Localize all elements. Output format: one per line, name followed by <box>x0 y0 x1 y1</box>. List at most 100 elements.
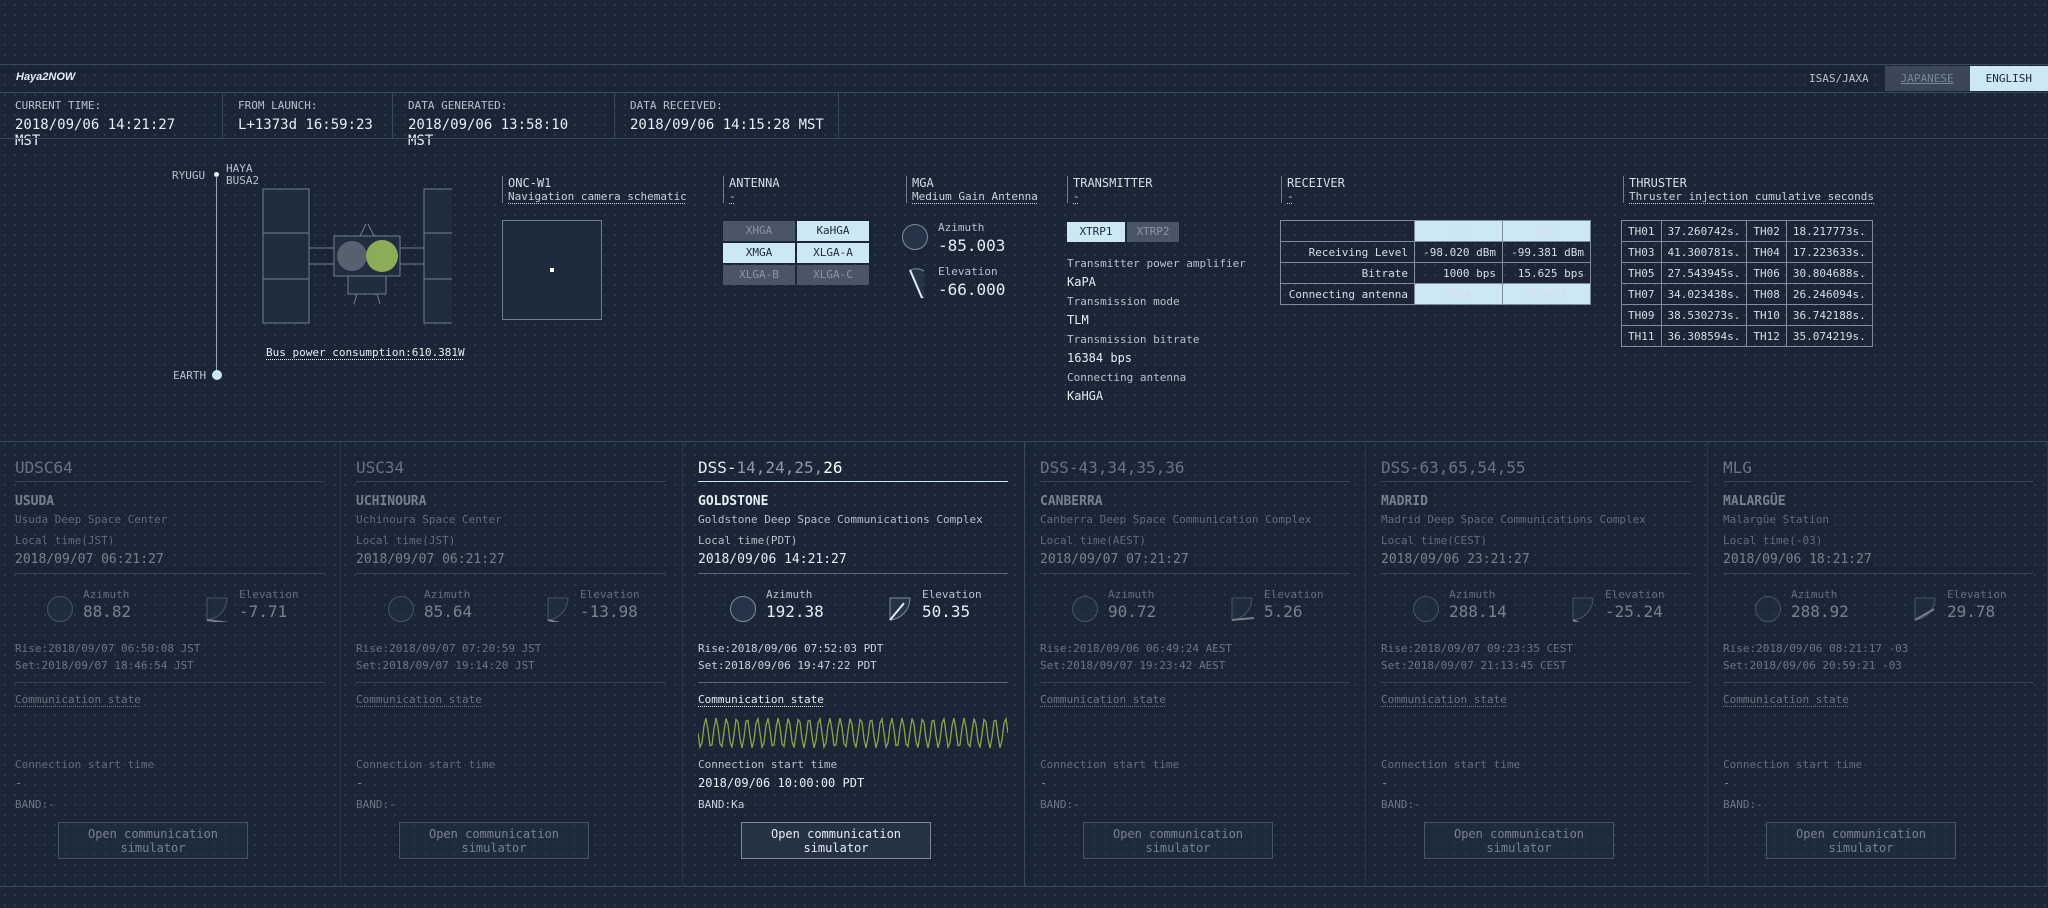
station-short-name: MALARGÜE <box>1723 494 1786 509</box>
thruster-subtitle[interactable]: Thruster injection cumulative seconds <box>1629 190 1874 203</box>
communication-state-label[interactable]: Communication state <box>1040 693 1350 706</box>
elevation-icon <box>889 597 911 621</box>
receiving-level-label: Receiving Level <box>1280 241 1415 263</box>
band-value: BAND:- <box>1040 798 1080 811</box>
connection-start-value: - <box>1381 776 1389 790</box>
antenna-tag-xlga-c: XLGA-C <box>797 265 869 285</box>
elevation-icon <box>1914 597 1936 621</box>
communication-state-label[interactable]: Communication state <box>15 693 325 706</box>
station-antenna-title: DSS-14,24,25,26 <box>698 458 1008 482</box>
mga-subtitle[interactable]: Medium Gain Antenna <box>912 190 1038 203</box>
thruster-id: TH12 <box>1746 325 1787 347</box>
rx2-bitrate: 15.625 bps <box>1502 262 1591 284</box>
onc-panel-title: ONC-W1 Navigation camera schematic <box>502 176 687 203</box>
thruster-id: TH11 <box>1621 325 1662 347</box>
rx1-bitrate: 1000 bps <box>1414 262 1503 284</box>
communication-wave <box>697 716 1009 750</box>
station-gauges: Azimuth 85.64 Elevation -13.98 <box>356 588 666 636</box>
thruster-seconds: 17.223633s. <box>1785 241 1873 263</box>
distance-line <box>216 176 217 374</box>
open-simulator-button[interactable]: Open communication simulator <box>741 822 931 859</box>
station-gauges: Azimuth 90.72 Elevation 5.26 <box>1040 588 1350 636</box>
azimuth-icon <box>1413 596 1439 622</box>
mga-title: MGA <box>912 176 934 190</box>
communication-state-label[interactable]: Communication state <box>1381 693 1691 706</box>
open-simulator-button[interactable]: Open communication simulator <box>1424 822 1614 859</box>
earth-marker <box>212 370 222 380</box>
table-row: Receiving Level -98.020 dBm -99.381 dBm <box>1280 241 1591 263</box>
language-english-button[interactable]: ENGLISH <box>1969 66 2048 91</box>
antenna-tag-xhga: XHGA <box>723 221 795 241</box>
communication-state-label[interactable]: Communication state <box>356 693 666 706</box>
station-gauges: Azimuth 88.82 Elevation -7.71 <box>15 588 325 636</box>
local-time-value: 2018/09/07 06:21:27 <box>356 552 666 574</box>
antenna-value: - <box>729 190 736 203</box>
station-antenna-title: UDSC64 <box>15 458 325 482</box>
transmitter-details: Transmitter power amplifier KaPA Transmi… <box>1067 254 1246 406</box>
elevation-label: Elevation <box>1605 588 1665 601</box>
azimuth-label: Azimuth <box>424 588 471 601</box>
station-full-name: Malargüe Station <box>1723 513 1829 526</box>
local-time-label: Local time(CEST) <box>1381 534 1487 547</box>
transmitter-value: - <box>1073 190 1080 203</box>
open-simulator-button[interactable]: Open communication simulator <box>1083 822 1273 859</box>
open-simulator-button[interactable]: Open communication simulator <box>399 822 589 859</box>
current-time: CURRENT TIME: 2018/09/06 14:21:27 MST <box>0 93 223 149</box>
open-simulator-button[interactable]: Open communication simulator <box>58 822 248 859</box>
elevation-value: 5.26 <box>1264 602 1303 621</box>
ryugu-label: RYUGU <box>172 169 206 182</box>
rise-time: Rise:2018/09/06 08:21:17 -03 <box>1723 642 1909 655</box>
table-row: TH01 37.260742s. TH02 18.217773s. <box>1621 220 1873 242</box>
local-time-label: Local time(PDT) <box>698 534 798 547</box>
app-logo[interactable]: Haya2NOW <box>16 71 75 83</box>
antenna-title: ANTENNA <box>729 176 780 190</box>
elevation-value: 50.35 <box>922 602 971 621</box>
elevation-value: -13.98 <box>580 602 638 621</box>
rx2-header: RX2 <box>1502 220 1591 242</box>
onc-title: ONC-W1 <box>508 176 552 190</box>
header-links: ISAS/JAXA JAPANESE ENGLISH <box>1793 66 2048 91</box>
azimuth-icon <box>388 596 414 622</box>
spacecraft-icon <box>262 188 452 324</box>
tx-connecting-antenna-label: Connecting antenna <box>1067 371 1187 384</box>
thruster-seconds: 35.074219s. <box>1785 325 1873 347</box>
antenna-tag-xlga-b: XLGA-B <box>723 265 795 285</box>
elevation-label: Elevation <box>922 588 982 601</box>
target-dot <box>550 268 554 272</box>
language-japanese-button[interactable]: JAPANESE <box>1884 66 1970 91</box>
tx-power-amplifier-label: Transmitter power amplifier <box>1067 257 1246 270</box>
receiver-table: RX1 RX2 Receiving Level -98.020 dBm -99.381… <box>1280 220 1591 305</box>
thruster-seconds: 34.023438s. <box>1660 283 1748 305</box>
thruster-seconds: 36.308594s. <box>1660 325 1748 347</box>
station-short-name: CANBERRA <box>1040 494 1103 509</box>
data-generated-value: 2018/09/06 13:58:10 MST <box>408 117 569 149</box>
from-launch-value: L+1373d 16:59:23 <box>238 117 373 133</box>
connection-start-value: - <box>15 776 23 790</box>
azimuth-label: Azimuth <box>1791 588 1838 601</box>
xtrp2-tag: XTRP2 <box>1127 222 1179 242</box>
open-simulator-button[interactable]: Open communication simulator <box>1766 822 1956 859</box>
mga-elevation-icon <box>909 268 924 299</box>
station-antenna-title: USC34 <box>356 458 666 482</box>
connection-start-label: Connection start time <box>356 758 496 771</box>
elevation-icon <box>547 597 569 622</box>
antenna-tag-kahga: KaHGA <box>797 221 869 241</box>
connection-start-label: Connection start time <box>15 758 155 771</box>
connection-start-label: Connection start time <box>698 758 838 771</box>
band-value: BAND:- <box>1381 798 1421 811</box>
azimuth-icon <box>1755 596 1781 622</box>
mga-azimuth-label: Azimuth <box>938 221 985 234</box>
station-column-madrid: DSS-63,65,54,55 MADRID Madrid Deep Space… <box>1366 442 1708 886</box>
current-time-label: CURRENT TIME: <box>15 99 102 112</box>
communication-wave-area <box>1040 712 1350 754</box>
elevation-icon <box>1231 597 1254 621</box>
table-row: TH09 38.530273s. TH10 36.742188s. <box>1621 304 1873 326</box>
connection-start-value: 2018/09/06 10:00:00 PDT <box>698 776 865 790</box>
connection-start-value: - <box>1723 776 1731 790</box>
thruster-id: TH06 <box>1746 262 1787 284</box>
communication-state-label[interactable]: Communication state <box>698 693 1008 706</box>
onc-subtitle[interactable]: Navigation camera schematic <box>508 190 687 203</box>
thruster-seconds: 26.246094s. <box>1785 283 1873 305</box>
isas-jaxa-link[interactable]: ISAS/JAXA <box>1793 66 1885 91</box>
communication-state-label[interactable]: Communication state <box>1723 693 2033 706</box>
